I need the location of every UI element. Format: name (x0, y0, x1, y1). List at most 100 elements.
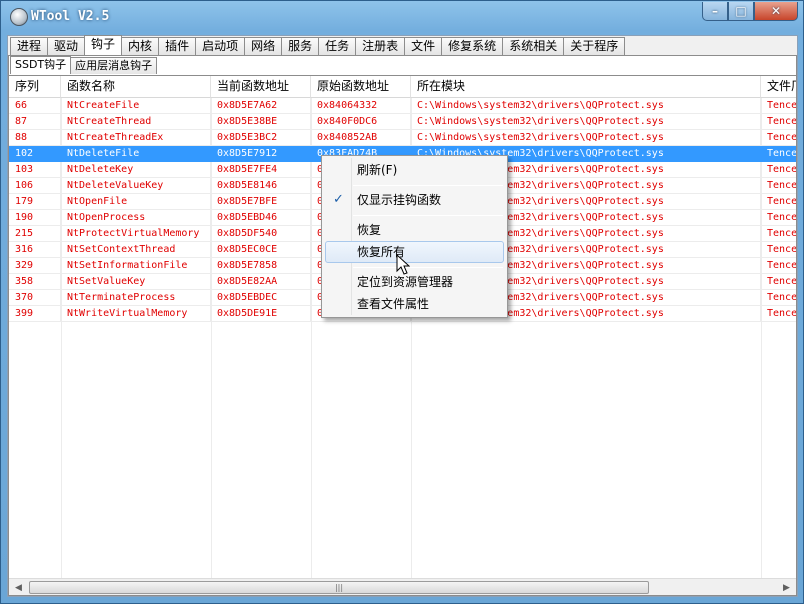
cell-current-address: 0x8D5EC0CE (211, 242, 311, 258)
menu-separator (353, 185, 503, 186)
cell-function-name: NtDeleteFile (61, 146, 211, 162)
cell-vendor: Tencen (761, 226, 796, 242)
tab-9[interactable]: 注册表 (355, 37, 406, 55)
close-button[interactable]: ✕ (754, 2, 798, 21)
menu-item-restore[interactable]: 恢复 (325, 219, 504, 241)
table-row[interactable]: 66 NtCreateFile 0x8D5E7A62 0x84064332 C:\Win… (9, 98, 796, 114)
scroll-right-arrow-icon[interactable]: ▶ (778, 580, 795, 595)
cell-vendor: Tencen (761, 210, 796, 226)
close-icon: ✕ (770, 4, 782, 18)
tab-2[interactable]: 钩子 (84, 35, 123, 55)
cell-vendor: Tencen (761, 194, 796, 210)
cell-current-address: 0x8D5E7A62 (211, 98, 311, 114)
menu-item-refresh[interactable]: 刷新(F) (325, 159, 504, 181)
tab-3[interactable]: 内核 (121, 37, 160, 55)
tab-11[interactable]: 修复系统 (441, 37, 504, 55)
cell-current-address: 0x8D5E7912 (211, 146, 311, 162)
scroll-thumb[interactable]: ||| (29, 581, 649, 594)
scroll-left-arrow-icon[interactable]: ◀ (10, 580, 27, 595)
tab-12[interactable]: 系统相关 (502, 37, 565, 55)
cell-seq: 190 (9, 210, 61, 226)
caption-buttons: – □ ✕ (702, 2, 798, 21)
cell-current-address: 0x8D5DE91E (211, 306, 311, 322)
cell-current-address: 0x8D5E7858 (211, 258, 311, 274)
hooks-tab-panel: SSDT钩子 应用层消息钩子 序列 函数名称 当前函数地址 原始函数地址 所在模块… (8, 55, 797, 596)
mouse-cursor-icon (396, 254, 410, 275)
column-header-original-address[interactable]: 原始函数地址 (311, 76, 411, 98)
menu-separator (353, 215, 503, 216)
cell-vendor: Tencen (761, 274, 796, 290)
cell-function-name: NtDeleteKey (61, 162, 211, 178)
cell-function-name: NtCreateFile (61, 98, 211, 114)
cell-seq: 103 (9, 162, 61, 178)
cell-seq: 102 (9, 146, 61, 162)
cell-vendor: Tencen (761, 178, 796, 194)
minimize-icon: – (712, 4, 718, 18)
cell-function-name: NtDeleteValueKey (61, 178, 211, 194)
cell-function-name: NtProtectVirtualMemory (61, 226, 211, 242)
cell-vendor: Tencen (761, 290, 796, 306)
column-header-seq[interactable]: 序列 (9, 76, 61, 98)
horizontal-scrollbar[interactable]: ◀ ||| ▶ (9, 578, 796, 595)
cell-seq: 179 (9, 194, 61, 210)
cell-current-address: 0x8D5E82AA (211, 274, 311, 290)
cell-function-name: NtSetContextThread (61, 242, 211, 258)
tab-5[interactable]: 启动项 (195, 37, 246, 55)
cell-seq: 87 (9, 114, 61, 130)
cell-seq: 329 (9, 258, 61, 274)
cell-current-address: 0x8D5DF540 (211, 226, 311, 242)
tab-7[interactable]: 服务 (281, 37, 320, 55)
app-icon (10, 8, 28, 26)
cell-current-address: 0x8D5E7FE4 (211, 162, 311, 178)
cell-module: C:\Windows\system32\drivers\QQProtect.sy… (411, 130, 761, 146)
list-header: 序列 函数名称 当前函数地址 原始函数地址 所在模块 文件厂 (9, 76, 796, 98)
table-row[interactable]: 88 NtCreateThreadEx 0x8D5E3BC2 0x840852AB C:… (9, 130, 796, 146)
tab-10[interactable]: 文件 (404, 37, 443, 55)
cell-original-address: 0x840852AB (311, 130, 411, 146)
cell-current-address: 0x8D5E7BFE (211, 194, 311, 210)
column-header-vendor[interactable]: 文件厂 (761, 76, 796, 98)
tab-13[interactable]: 关于程序 (563, 37, 626, 55)
subtab-0[interactable]: SSDT钩子 (10, 56, 72, 74)
cell-vendor: Tencen (761, 130, 796, 146)
tab-1[interactable]: 驱动 (47, 37, 86, 55)
column-header-current-address[interactable]: 当前函数地址 (211, 76, 311, 98)
cell-seq: 399 (9, 306, 61, 322)
subtab-1[interactable]: 应用层消息钩子 (70, 57, 158, 74)
tab-8[interactable]: 任务 (318, 37, 357, 55)
cell-function-name: NtCreateThreadEx (61, 130, 211, 146)
sub-tab-strip: SSDT钩子 应用层消息钩子 (10, 56, 158, 74)
cell-original-address: 0x84064332 (311, 98, 411, 114)
cell-current-address: 0x8D5E3BC2 (211, 130, 311, 146)
menu-item-restore-all[interactable]: 恢复所有 (325, 241, 504, 263)
tab-4[interactable]: 插件 (158, 37, 197, 55)
ssdt-hook-list[interactable]: 序列 函数名称 当前函数地址 原始函数地址 所在模块 文件厂 66NtCreat… (9, 75, 796, 578)
cell-vendor: Tencen (761, 98, 796, 114)
cell-vendor: Tencen (761, 242, 796, 258)
cell-module: C:\Windows\system32\drivers\QQProtect.sy… (411, 114, 761, 130)
column-header-module[interactable]: 所在模块 (411, 76, 761, 98)
minimize-button[interactable]: – (702, 2, 728, 21)
column-header-function-name[interactable]: 函数名称 (61, 76, 211, 98)
cell-original-address: 0x840F0DC6 (311, 114, 411, 130)
cell-current-address: 0x8D5E8146 (211, 178, 311, 194)
cell-vendor: Tencen (761, 306, 796, 322)
cell-seq: 316 (9, 242, 61, 258)
cell-vendor: Tencen (761, 258, 796, 274)
maximize-button[interactable]: □ (728, 2, 754, 21)
cell-seq: 88 (9, 130, 61, 146)
cell-function-name: NtTerminateProcess (61, 290, 211, 306)
tab-6[interactable]: 网络 (244, 37, 283, 55)
scroll-grip-icon: ||| (334, 583, 344, 592)
cell-function-name: NtSetValueKey (61, 274, 211, 290)
window-title: WTool V2.5 (31, 9, 110, 24)
tab-0[interactable]: 进程 (10, 37, 49, 55)
menu-item-file-properties[interactable]: 查看文件属性 (325, 293, 504, 315)
menu-item-show-hooked-only[interactable]: ✓ 仅显示挂钩函数 (325, 189, 504, 211)
maximize-icon: □ (735, 4, 747, 18)
title-bar[interactable]: WTool V2.5 – □ ✕ (1, 1, 803, 35)
cell-vendor: Tencen (761, 146, 796, 162)
table-row[interactable]: 87 NtCreateThread 0x8D5E38BE 0x840F0DC6 C:\W… (9, 114, 796, 130)
menu-item-locate-in-explorer[interactable]: 定位到资源管理器 (325, 271, 504, 293)
cell-current-address: 0x8D5E38BE (211, 114, 311, 130)
